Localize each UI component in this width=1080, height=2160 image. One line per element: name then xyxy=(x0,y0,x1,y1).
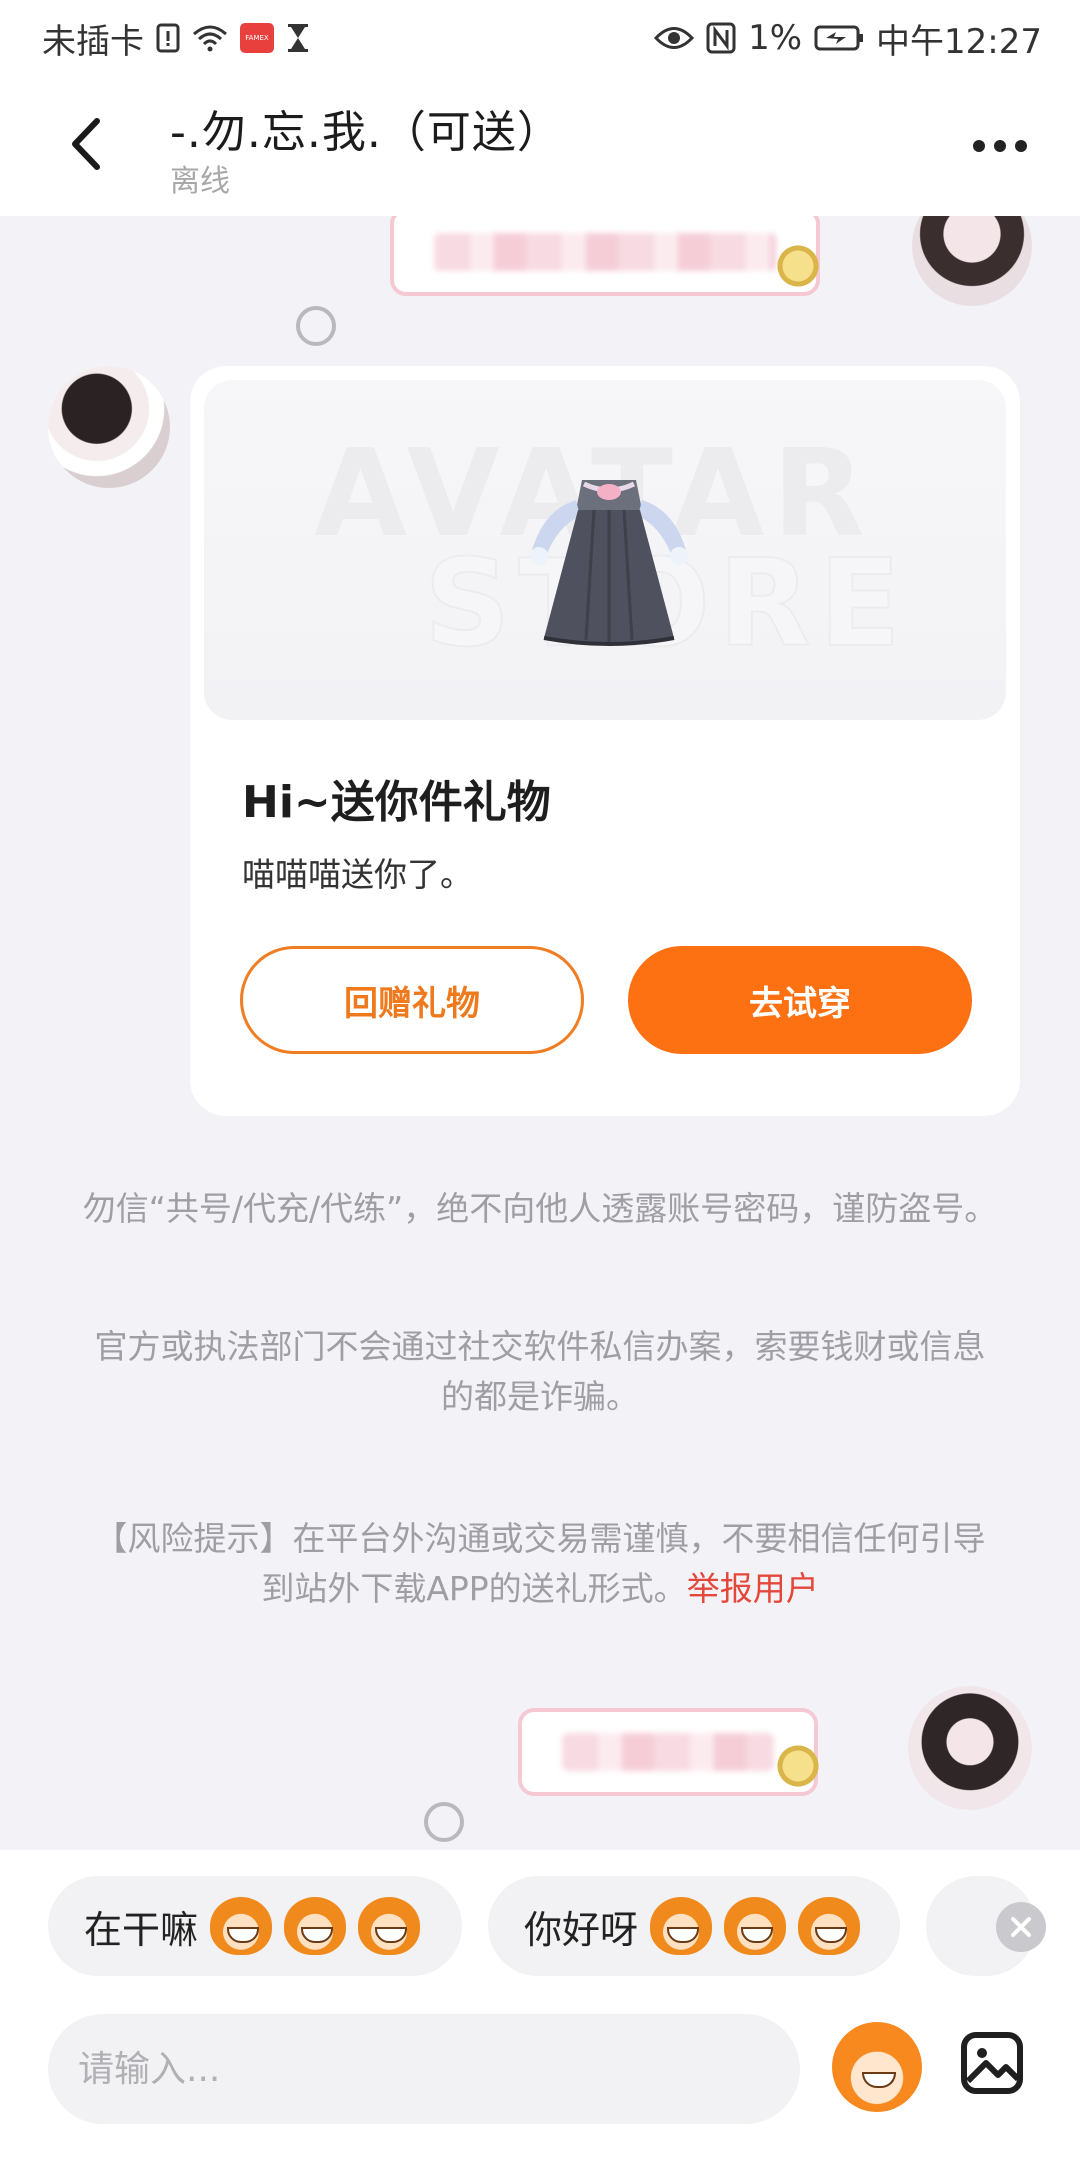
my-avatar[interactable] xyxy=(908,1686,1032,1810)
my-avatar[interactable] xyxy=(912,216,1032,306)
try-on-button[interactable]: 去试穿 xyxy=(628,946,972,1054)
security-notice-account: 勿信“共号/代充/代练”，绝不向他人透露账号密码，谨防盗号。 xyxy=(82,1189,998,1228)
close-quick-replies-button[interactable] xyxy=(996,1902,1046,1952)
chevron-left-icon xyxy=(72,118,100,170)
grinning-monkey-emoji-icon xyxy=(284,1897,347,1955)
report-user-link[interactable]: 举报用户 xyxy=(687,1569,819,1608)
battery-charging-icon xyxy=(814,24,864,52)
more-dot xyxy=(1015,140,1027,152)
return-gift-button[interactable]: 回赠礼物 xyxy=(240,946,584,1054)
blurred-message-content xyxy=(434,233,776,271)
image-icon xyxy=(961,2032,1023,2094)
sticker-decoration-icon xyxy=(774,242,822,290)
gift-card-title: Hi~送你件礼物 xyxy=(242,777,551,828)
message-input[interactable] xyxy=(48,2014,800,2124)
message-input-bar xyxy=(0,2006,1080,2160)
gift-card: AVATAR STORE Hi~送你件礼物 喵喵喵送你了。 回赠礼物 去试穿 xyxy=(190,366,1020,1116)
message-status-icon xyxy=(424,1802,464,1842)
sim-alert-icon xyxy=(156,23,180,53)
gift-card-message: 喵喵喵送你了。 xyxy=(242,855,473,894)
gift-image-area[interactable]: AVATAR STORE xyxy=(204,380,1006,720)
eye-icon xyxy=(654,25,695,51)
blurred-message-content xyxy=(562,1733,774,1771)
chat-messages[interactable]: AVATAR STORE Hi~送你件礼物 喵喵喵送你了。 回赠礼物 去试穿 勿… xyxy=(0,216,1080,1850)
quick-reply-label: 在干嘛 xyxy=(84,1907,199,1952)
grinning-monkey-emoji-icon xyxy=(358,1897,421,1955)
carrier-text: 未插卡 xyxy=(42,21,144,62)
dress-gift-image xyxy=(530,480,688,646)
sticker-decoration-icon xyxy=(774,1742,822,1790)
security-notice-fraud: 官方或执法部门不会通过社交软件私信办案，索要钱财或信息的都是诈骗。 xyxy=(94,1327,986,1416)
contact-avatar[interactable] xyxy=(48,366,170,488)
battery-percent: 1% xyxy=(748,18,803,58)
close-icon xyxy=(1011,1917,1031,1937)
app-notification-icon: FAMEX xyxy=(240,23,274,53)
clock: 中午12:27 xyxy=(876,21,1042,62)
quick-reply-chip[interactable]: 在干嘛 xyxy=(48,1876,462,1976)
chat-header: -.勿.忘.我.（可送） 离线 xyxy=(0,76,1080,216)
quick-reply-bar: 在干嘛 你好呀 xyxy=(0,1850,1080,2006)
nfc-icon xyxy=(706,22,736,54)
back-button[interactable] xyxy=(50,104,120,184)
wifi-icon xyxy=(192,24,228,52)
outgoing-message-bubble[interactable] xyxy=(518,1708,822,1796)
quick-reply-label: 你好呀 xyxy=(524,1907,639,1952)
emoji-picker-button[interactable] xyxy=(832,2022,922,2112)
quick-reply-chip[interactable]: 你好呀 xyxy=(488,1876,900,1976)
status-bar: 未插卡 FAMEX 1% 中午12:27 xyxy=(0,0,1080,76)
risk-notice-text: 【风险提示】在平台外沟通或交易需谨慎，不要相信任何引导到站外下载APP的送礼形式… xyxy=(94,1519,986,1608)
message-status-icon xyxy=(296,306,336,346)
status-right: 1% 中午12:27 xyxy=(654,14,1042,63)
more-dots-icon xyxy=(973,140,985,152)
surprised-monkey-emoji-icon xyxy=(724,1897,787,1955)
hourglass-icon xyxy=(286,23,310,53)
grinning-monkey-emoji-icon xyxy=(210,1897,273,1955)
more-dot xyxy=(994,140,1006,152)
risk-notice: 【风险提示】在平台外沟通或交易需谨慎，不要相信任何引导到站外下载APP的送礼形式… xyxy=(80,1514,1000,1614)
contact-name: -.勿.忘.我.（可送） xyxy=(170,107,562,158)
contact-online-status: 离线 xyxy=(170,164,230,199)
image-picker-button[interactable] xyxy=(955,2026,1029,2100)
surprised-monkey-emoji-icon xyxy=(798,1897,861,1955)
surprised-monkey-emoji-icon xyxy=(650,1897,713,1955)
status-left: 未插卡 FAMEX xyxy=(42,14,310,63)
outgoing-message-bubble[interactable] xyxy=(390,216,822,296)
more-options-button[interactable] xyxy=(960,116,1040,176)
